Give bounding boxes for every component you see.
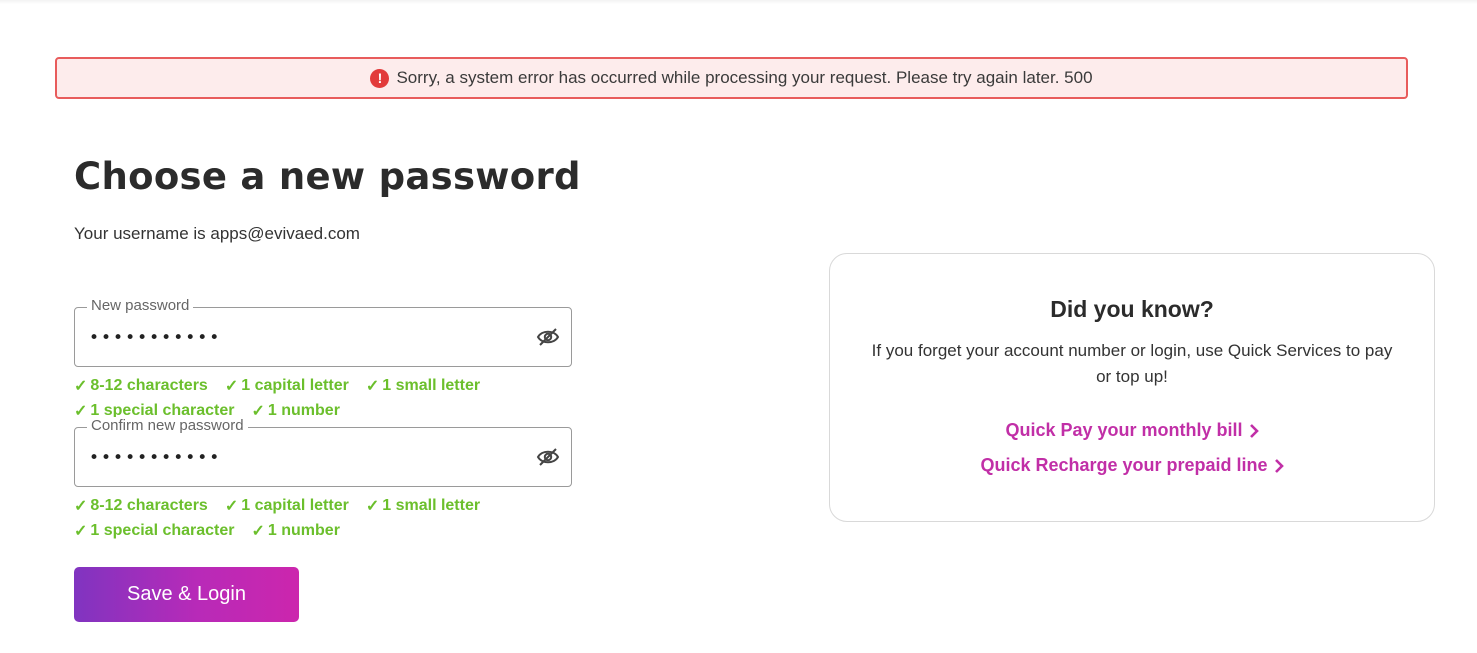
rule-label: 1 capital letter — [241, 376, 349, 394]
rule-item: ✓ 8-12 characters — [74, 496, 208, 516]
rule-label: 8-12 characters — [90, 376, 208, 394]
new-password-label: New password — [87, 297, 194, 314]
quick-pay-link-label: Quick Pay your monthly bill — [1005, 420, 1243, 440]
check-icon: ✓ — [251, 402, 265, 420]
username-text: Your username is apps@evivaed.com — [74, 224, 360, 243]
check-icon: ✓ — [74, 497, 88, 515]
new-password-rules: ✓ 8-12 characters ✓ 1 capital letter ✓ 1 sm… — [74, 373, 554, 423]
rules-row: ✓ 8-12 characters ✓ 1 capital letter ✓ 1 sm… — [74, 373, 554, 398]
page-title: Choose a new password — [74, 155, 581, 198]
rule-item: ✓ 1 capital letter — [225, 496, 349, 516]
rule-item: ✓ 1 special character — [74, 521, 235, 541]
new-password-field: New password — [74, 297, 572, 367]
rules-row: ✓ 1 special character ✓ 1 number — [74, 518, 554, 543]
confirm-password-input[interactable] — [89, 447, 509, 469]
check-icon: ✓ — [74, 402, 88, 420]
check-icon: ✓ — [365, 377, 380, 395]
error-alert: ! Sorry, a system error has occurred whi… — [55, 57, 1408, 99]
quick-recharge-link-label: Quick Recharge your prepaid line — [980, 455, 1268, 475]
chevron-right-icon — [1249, 423, 1259, 438]
quick-recharge-link[interactable]: Quick Recharge your prepaid line — [830, 455, 1434, 476]
info-card: Did you know? If you forget your account… — [829, 253, 1435, 522]
exclamation-circle-icon: ! — [370, 68, 390, 88]
quick-pay-link[interactable]: Quick Pay your monthly bill — [830, 420, 1434, 441]
rule-label: 1 special character — [90, 521, 235, 539]
info-card-text: If you forget your account number or log… — [871, 341, 1393, 386]
check-icon: ✓ — [365, 497, 380, 515]
chevron-right-icon — [1274, 458, 1284, 473]
rule-item: ✓ 1 small letter — [366, 376, 480, 396]
rule-label: 1 capital letter — [241, 496, 349, 514]
rules-row: ✓ 8-12 characters ✓ 1 capital letter ✓ 1 sm… — [74, 493, 554, 518]
check-icon: ✓ — [224, 377, 239, 395]
rule-label: 1 small letter — [382, 496, 481, 514]
eye-slash-icon[interactable] — [535, 325, 561, 349]
rule-label: 8-12 characters — [90, 496, 208, 514]
rule-item: ✓ 1 number — [252, 521, 340, 541]
check-icon: ✓ — [74, 522, 88, 540]
confirm-password-field: Confirm new password — [74, 417, 572, 487]
check-icon: ✓ — [74, 377, 88, 395]
save-login-button[interactable]: Save & Login — [74, 567, 299, 622]
confirm-password-label: Confirm new password — [87, 417, 248, 434]
new-password-input[interactable] — [89, 327, 509, 349]
confirm-password-rules: ✓ 8-12 characters ✓ 1 capital letter ✓ 1 sm… — [74, 493, 554, 543]
rule-item: ✓ 8-12 characters — [74, 376, 208, 396]
rule-label: 1 small letter — [382, 376, 481, 394]
top-divider — [0, 0, 1477, 4]
error-message: Sorry, a system error has occurred while… — [396, 68, 1093, 87]
rule-label: 1 number — [267, 521, 340, 539]
check-icon: ✓ — [251, 522, 265, 540]
rule-label: 1 number — [267, 401, 340, 419]
check-icon: ✓ — [224, 497, 239, 515]
rule-item: ✓ 1 number — [252, 401, 340, 421]
rule-item: ✓ 1 small letter — [366, 496, 480, 516]
rule-item: ✓ 1 capital letter — [225, 376, 349, 396]
info-card-title: Did you know? — [1050, 296, 1214, 322]
eye-slash-icon[interactable] — [535, 445, 561, 469]
